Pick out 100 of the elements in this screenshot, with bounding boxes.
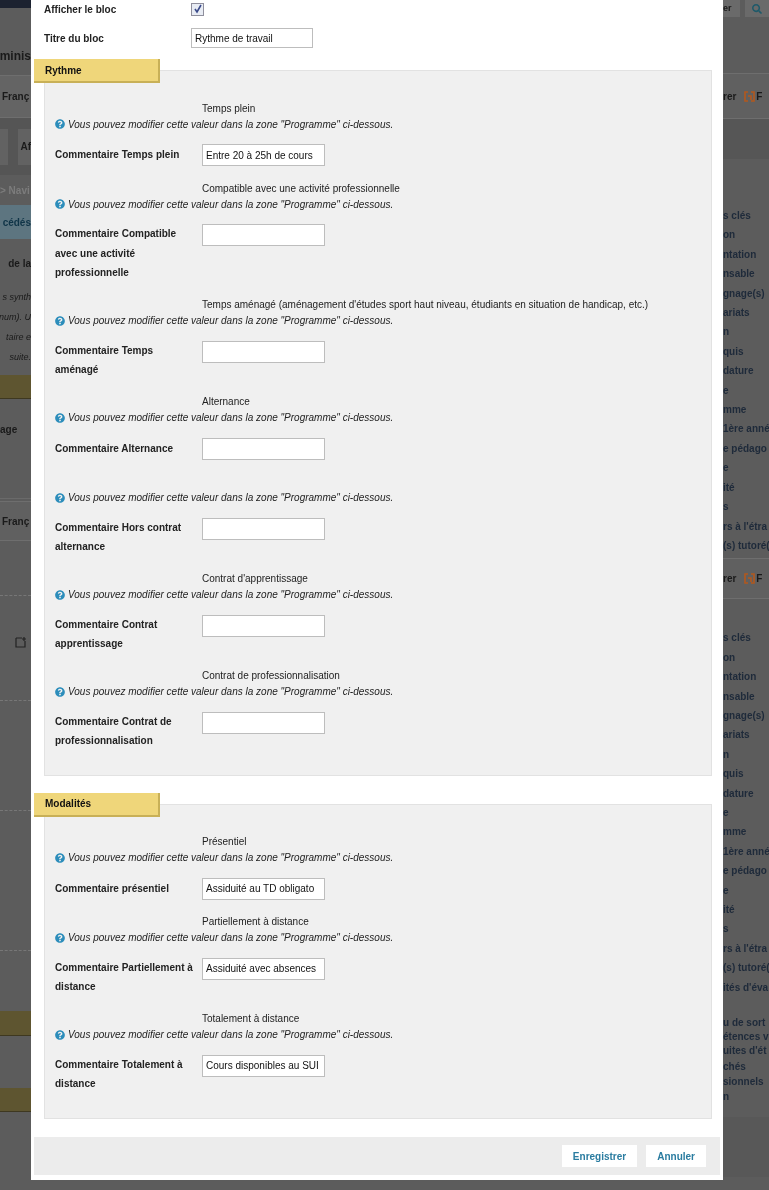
logo-text: F: [756, 89, 763, 104]
menu-link[interactable]: uites d'ét: [723, 1044, 769, 1059]
section-bar: [0, 375, 31, 399]
menu-link[interactable]: 1ère anné: [723, 419, 769, 439]
menu-link[interactable]: quis: [723, 341, 769, 362]
text-field[interactable]: [202, 224, 325, 246]
menu-link[interactable]: sionnels: [723, 1076, 769, 1089]
menu-link[interactable]: mme: [723, 400, 769, 420]
field-label: Commentaire Hors contrat alternance: [55, 520, 183, 554]
field-label: Commentaire présentiel: [55, 881, 170, 896]
help-icon: [55, 1029, 65, 1040]
search-icon[interactable]: [752, 3, 762, 14]
section-legend: Modalités: [34, 792, 160, 817]
menu-link[interactable]: nsable: [723, 264, 769, 284]
field-title: Totalement à distance: [202, 1012, 300, 1026]
text-field[interactable]: Entre 20 à 25h de cours: [202, 144, 325, 166]
header-link[interactable]: rer: [723, 571, 737, 587]
field-label: Commentaire Contrat apprentissage: [55, 617, 159, 651]
show-block-checkbox[interactable]: [191, 2, 204, 16]
menu-link[interactable]: ntation: [723, 667, 769, 687]
menu-link[interactable]: s: [723, 919, 769, 939]
menu-link[interactable]: on: [723, 647, 769, 668]
menu-link[interactable]: n: [723, 322, 769, 342]
help-text: Vous pouvez modifier cette valeur dans la zone "Programme" ci-dessous.: [68, 931, 394, 945]
menu-link[interactable]: gnage(s): [723, 705, 769, 726]
field-title: Partiellement à distance: [202, 915, 309, 929]
menu-link[interactable]: chés: [723, 1061, 769, 1074]
header-button[interactable]: er: [723, 0, 740, 17]
language-label: Franç: [2, 514, 30, 529]
menu-link[interactable]: n: [723, 744, 769, 765]
logo-text: F: [756, 572, 763, 587]
menu-link[interactable]: e: [723, 802, 769, 823]
text-field[interactable]: [202, 437, 325, 460]
menu-link[interactable]: s: [723, 497, 769, 517]
help-text: Vous pouvez modifier cette valeur dans la zone "Programme" ci-dessous.: [68, 117, 394, 132]
menu-link[interactable]: ités d'éva: [723, 977, 769, 998]
menu-link[interactable]: e pédago: [723, 438, 769, 459]
bracket-logo-icon: [744, 90, 756, 102]
notice-banner: cédés: [0, 205, 31, 239]
field-label: Titre du bloc: [44, 31, 105, 46]
field-label: Commentaire Temps aménagé: [55, 343, 155, 377]
menu-link[interactable]: e: [723, 458, 769, 478]
help-text: Vous pouvez modifier cette valeur dans la zone "Programme" ci-dessous.: [68, 411, 394, 425]
top-bar: [0, 0, 31, 8]
menu-link[interactable]: dature: [723, 361, 769, 381]
page-tab[interactable]: Af: [18, 128, 31, 165]
menu-link[interactable]: n: [723, 1091, 769, 1104]
menu-link[interactable]: 1ère anné: [723, 841, 769, 862]
field-title: Alternance: [202, 395, 250, 409]
menu-link[interactable]: ité: [723, 477, 769, 498]
help-text: Vous pouvez modifier cette valeur dans la zone "Programme" ci-dessous.: [68, 491, 394, 505]
header-link[interactable]: rer: [723, 88, 737, 104]
cancel-button[interactable]: Annuler: [646, 1145, 706, 1167]
menu-link[interactable]: s clés: [723, 628, 769, 648]
menu-link[interactable]: rs à l'étra: [723, 516, 769, 536]
help-icon: [55, 199, 65, 209]
text-field[interactable]: [202, 614, 325, 637]
save-button[interactable]: Enregistrer: [561, 1145, 638, 1167]
new-document-icon[interactable]: [15, 636, 27, 648]
help-text: Vous pouvez modifier cette valeur dans la zone "Programme" ci-dessous.: [68, 851, 394, 865]
menu-link[interactable]: ariats: [723, 725, 769, 745]
help-icon: [55, 119, 65, 129]
text-field[interactable]: Assiduité avec absences: [202, 957, 325, 980]
menu-link[interactable]: s clés: [723, 206, 769, 226]
menu-link[interactable]: e: [723, 380, 769, 401]
checkmark-icon: [192, 4, 203, 14]
field-title: Compatible avec une activité professionnelle: [202, 181, 400, 196]
help-icon: [55, 412, 65, 423]
menu-link[interactable]: quis: [723, 764, 769, 784]
menu-link[interactable]: dature: [723, 783, 769, 803]
help-text: Vous pouvez modifier cette valeur dans la zone "Programme" ci-dessous.: [68, 588, 394, 602]
help-icon: [55, 932, 65, 943]
menu-link[interactable]: (s) tutoré(: [723, 535, 769, 556]
menu-link[interactable]: (s) tutoré(: [723, 958, 769, 978]
help-icon: [55, 686, 65, 697]
block-title-field[interactable]: Rythme de travail: [191, 28, 313, 48]
menu-link[interactable]: étences v: [723, 1030, 769, 1045]
field-label: Commentaire Totalement à distance: [55, 1057, 184, 1091]
text-field[interactable]: Assiduité au TD obligato: [202, 877, 325, 900]
menu-link[interactable]: ntation: [723, 244, 769, 265]
menu-link[interactable]: gnage(s): [723, 283, 769, 304]
field-label: Afficher le bloc: [44, 2, 118, 17]
menu-link[interactable]: mme: [723, 822, 769, 842]
menu-link[interactable]: on: [723, 225, 769, 245]
help-text: Vous pouvez modifier cette valeur dans la zone "Programme" ci-dessous.: [68, 1028, 394, 1042]
menu-link[interactable]: ariats: [723, 303, 769, 323]
menu-link[interactable]: u de sort: [723, 1016, 769, 1031]
field-title: Présentiel: [202, 835, 247, 849]
menu-link[interactable]: rs à l'étra: [723, 938, 769, 959]
menu-link[interactable]: ité: [723, 900, 769, 920]
section-bar: [0, 1011, 31, 1036]
help-icon: [55, 315, 65, 326]
menu-link[interactable]: e: [723, 880, 769, 900]
text-field[interactable]: [202, 711, 325, 734]
section-heading: de la: [8, 256, 31, 271]
menu-link[interactable]: e pédago: [723, 861, 769, 881]
text-field[interactable]: Cours disponibles au SUI: [202, 1054, 325, 1077]
text-field[interactable]: [202, 517, 325, 540]
text-field[interactable]: [202, 340, 325, 363]
menu-link[interactable]: nsable: [723, 686, 769, 706]
